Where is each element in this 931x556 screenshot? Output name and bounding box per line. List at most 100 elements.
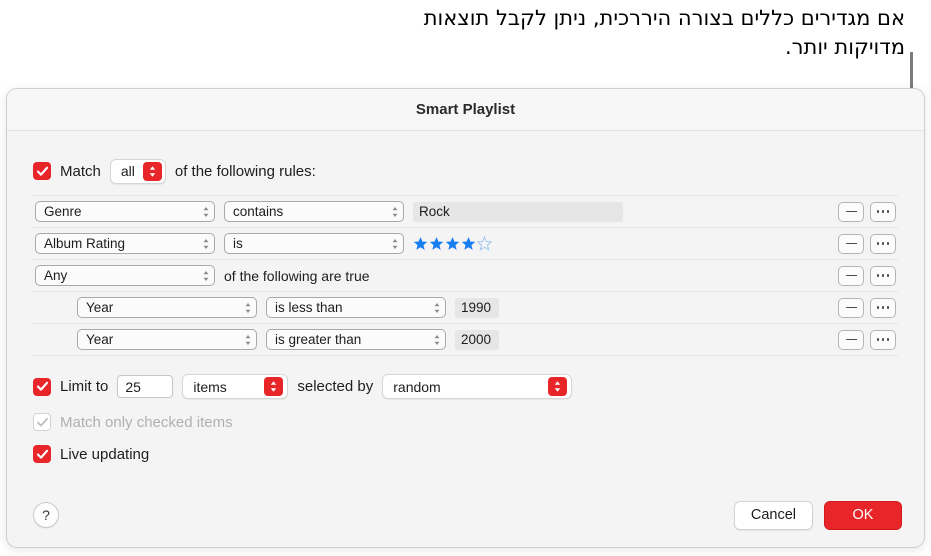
chevron-updown-icon	[196, 206, 210, 218]
rule-operator-value: is greater than	[275, 332, 362, 347]
rule-operator-select[interactable]: is	[224, 233, 404, 254]
remove-rule-button[interactable]	[838, 233, 864, 254]
match-checked-items-row: Match only checked items	[33, 413, 924, 431]
rule-field-select[interactable]: Year	[77, 297, 257, 318]
live-updating-label: Live updating	[60, 445, 150, 463]
more-options-button[interactable]	[870, 297, 896, 318]
rule-field-value: Year	[86, 332, 114, 347]
rating-stars[interactable]	[413, 236, 492, 251]
match-checked-items-label: Match only checked items	[60, 413, 233, 431]
group-suffix-label: of the following are true	[224, 267, 370, 284]
rule-operator-select[interactable]: contains	[224, 201, 404, 222]
rule-operator-value: is less than	[275, 300, 343, 315]
limit-to-checkbox[interactable]	[33, 377, 51, 396]
help-button[interactable]: ?	[33, 502, 59, 528]
chevron-updown-icon	[385, 206, 399, 218]
dialog-footer: ? Cancel OK	[7, 483, 924, 547]
chevron-updown-icon	[196, 270, 210, 282]
rule-operator-select[interactable]: is greater than	[266, 329, 446, 350]
table-row: Year is less than 1990	[33, 292, 898, 324]
limit-value-input[interactable]: 25	[117, 375, 174, 398]
limit-unit-value: items	[193, 378, 227, 395]
rule-controls: Year is greater than 2000	[77, 329, 838, 350]
limit-unit-select[interactable]: items	[182, 374, 289, 399]
more-options-button[interactable]	[870, 329, 896, 350]
rule-actions	[838, 233, 896, 254]
rule-value-input[interactable]: Rock	[413, 201, 623, 222]
rule-controls: Genre contains Rock	[35, 201, 838, 222]
live-updating-checkbox[interactable]	[33, 445, 51, 463]
selected-by-value: random	[393, 378, 441, 395]
table-row: Album Rating is	[33, 228, 898, 260]
chevron-updown-icon	[238, 302, 252, 314]
rule-field-select[interactable]: Genre	[35, 201, 215, 222]
rule-value-input[interactable]: 2000	[455, 329, 499, 350]
star-icon-empty[interactable]	[477, 236, 492, 251]
ok-button[interactable]: OK	[824, 500, 902, 530]
limit-to-label: Limit to	[60, 378, 109, 395]
cancel-button[interactable]: Cancel	[733, 500, 813, 530]
rule-actions	[838, 201, 896, 222]
rule-operator-select[interactable]: is less than	[266, 297, 446, 318]
chevron-updown-icon	[196, 238, 210, 250]
chevron-updown-icon	[548, 377, 568, 396]
chevron-updown-icon	[142, 161, 162, 181]
remove-rule-button[interactable]	[838, 297, 864, 318]
more-options-button[interactable]	[870, 265, 896, 286]
rule-field-select[interactable]: Year	[77, 329, 257, 350]
rule-actions	[838, 297, 896, 318]
remove-rule-button[interactable]	[838, 265, 864, 286]
selected-by-label: selected by	[297, 378, 374, 395]
star-icon-filled[interactable]	[429, 236, 444, 251]
ellipsis-icon	[876, 274, 890, 277]
ellipsis-icon	[876, 338, 890, 341]
table-row: Any of the following are true	[33, 260, 898, 292]
rule-actions	[838, 265, 896, 286]
rule-field-select[interactable]: Album Rating	[35, 233, 215, 254]
rule-controls: Any of the following are true	[35, 265, 838, 286]
group-type-select[interactable]: Any	[35, 265, 215, 286]
more-options-button[interactable]	[870, 233, 896, 254]
rules-list: Genre contains Rock Album Rating is Any …	[33, 195, 898, 356]
dialog-body: Match all of the following rules: Genre	[7, 131, 924, 483]
star-icon-filled[interactable]	[445, 236, 460, 251]
table-row: Year is greater than 2000	[33, 324, 898, 356]
dialog-titlebar: Smart Playlist	[7, 89, 924, 131]
ellipsis-icon	[876, 242, 890, 245]
group-type-value: Any	[44, 268, 68, 283]
rule-value-input[interactable]: 1990	[455, 297, 499, 318]
rule-field-value: Year	[86, 300, 114, 315]
rule-field-value: Genre	[44, 204, 82, 219]
match-label: Match	[60, 162, 101, 180]
selected-by-select[interactable]: random	[382, 374, 573, 399]
remove-rule-button[interactable]	[838, 329, 864, 350]
match-checked-items-checkbox	[33, 413, 51, 431]
minus-icon	[845, 210, 857, 213]
chevron-updown-icon	[427, 334, 441, 346]
match-checkbox[interactable]	[33, 162, 51, 180]
minus-icon	[845, 338, 857, 341]
rule-operator-value: is	[233, 236, 243, 251]
table-row: Genre contains Rock	[33, 196, 898, 228]
minus-icon	[845, 242, 857, 245]
minus-icon	[845, 306, 857, 309]
match-type-select[interactable]: all	[109, 158, 166, 184]
ellipsis-icon	[876, 306, 890, 309]
rule-controls: Album Rating is	[35, 233, 838, 254]
rule-field-value: Album Rating	[44, 236, 126, 251]
chevron-updown-icon	[238, 334, 252, 346]
star-icon-filled[interactable]	[413, 236, 428, 251]
star-icon-filled[interactable]	[461, 236, 476, 251]
match-row: Match all of the following rules:	[7, 131, 924, 187]
options-section: Limit to 25 items selected by random Mat…	[7, 356, 924, 463]
chevron-updown-icon	[385, 238, 399, 250]
remove-rule-button[interactable]	[838, 201, 864, 222]
more-options-button[interactable]	[870, 201, 896, 222]
live-updating-row: Live updating	[33, 445, 924, 463]
match-type-value: all	[120, 163, 135, 179]
callout-annotation-text: אם מגדירים כללים בצורה היררכית, ניתן לקב…	[423, 6, 905, 59]
match-suffix-label: of the following rules:	[174, 162, 316, 180]
minus-icon	[845, 274, 857, 277]
chevron-updown-icon	[427, 302, 441, 314]
dialog-title: Smart Playlist	[415, 101, 516, 118]
